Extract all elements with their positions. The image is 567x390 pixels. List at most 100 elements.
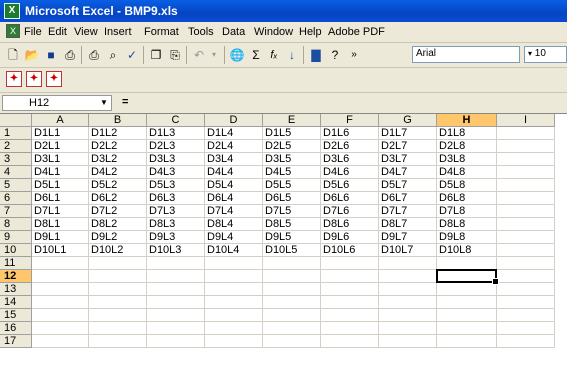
undo-dropdown-icon[interactable]: ▾ [205,46,223,64]
font-name-dropdown[interactable]: Arial [412,46,520,63]
row-header-5[interactable]: 5 [0,179,32,192]
cell-b9[interactable]: D9L2 [89,231,147,244]
cell-h8[interactable]: D8L8 [437,218,497,231]
cell-g9[interactable]: D9L7 [379,231,437,244]
cell-d8[interactable]: D8L4 [205,218,263,231]
cell-i17[interactable] [497,335,555,348]
cell-i4[interactable] [497,166,555,179]
cell-c11[interactable] [147,257,205,270]
name-box[interactable]: H12 ▼ [2,95,112,111]
cell-d2[interactable]: D2L4 [205,140,263,153]
cell-e3[interactable]: D3L5 [263,153,321,166]
permission-icon[interactable]: ⎙ [61,46,79,64]
menu-adobe-pdf[interactable]: Adobe PDF [328,26,385,38]
cell-h2[interactable]: D2L8 [437,140,497,153]
help-icon[interactable]: ? [326,46,344,64]
cell-a10[interactable]: D10L1 [32,244,89,257]
cell-g5[interactable]: D5L7 [379,179,437,192]
cell-a7[interactable]: D7L1 [32,205,89,218]
cell-f1[interactable]: D1L6 [321,127,379,140]
cell-a14[interactable] [32,296,89,309]
convert-to-pdf-icon[interactable]: ✦ [6,71,22,87]
row-header-1[interactable]: 1 [0,127,32,140]
cell-b7[interactable]: D7L2 [89,205,147,218]
fill-handle[interactable] [492,278,499,285]
active-cell-border[interactable] [436,269,499,285]
menu-window[interactable]: Window [254,26,293,38]
menu-help[interactable]: Help [299,26,322,38]
cell-f3[interactable]: D3L6 [321,153,379,166]
cell-a11[interactable] [32,257,89,270]
cell-e2[interactable]: D2L5 [263,140,321,153]
cell-i3[interactable] [497,153,555,166]
cell-h16[interactable] [437,322,497,335]
row-header-11[interactable]: 11 [0,257,32,270]
cell-e5[interactable]: D5L5 [263,179,321,192]
row-header-16[interactable]: 16 [0,322,32,335]
cell-a9[interactable]: D9L1 [32,231,89,244]
cell-f4[interactable]: D4L6 [321,166,379,179]
print-icon[interactable]: ⎙ [85,46,103,64]
cell-a12[interactable] [32,270,89,283]
row-header-13[interactable]: 13 [0,283,32,296]
cell-i1[interactable] [497,127,555,140]
cell-a8[interactable]: D8L1 [32,218,89,231]
column-header-i[interactable]: I [497,114,555,127]
cell-d10[interactable]: D10L4 [205,244,263,257]
cell-a6[interactable]: D6L1 [32,192,89,205]
cell-g1[interactable]: D1L7 [379,127,437,140]
cell-e8[interactable]: D8L5 [263,218,321,231]
function-icon[interactable]: fₓ [265,46,283,64]
sort-ascending-icon[interactable]: ↓ [283,46,301,64]
cell-g13[interactable] [379,283,437,296]
cell-c17[interactable] [147,335,205,348]
select-all-corner[interactable] [0,114,32,127]
new-icon[interactable]: 🗋 [4,46,22,64]
cell-i13[interactable] [497,283,555,296]
row-header-10[interactable]: 10 [0,244,32,257]
cell-c9[interactable]: D9L3 [147,231,205,244]
cell-g2[interactable]: D2L7 [379,140,437,153]
cell-i10[interactable] [497,244,555,257]
cell-b1[interactable]: D1L2 [89,127,147,140]
cell-b6[interactable]: D6L2 [89,192,147,205]
hyperlink-icon[interactable]: 🌐 [228,46,246,64]
cell-i15[interactable] [497,309,555,322]
cell-b3[interactable]: D3L2 [89,153,147,166]
cell-f13[interactable] [321,283,379,296]
cell-i7[interactable] [497,205,555,218]
convert-and-review-icon[interactable]: ✦ [46,71,62,87]
cell-f2[interactable]: D2L6 [321,140,379,153]
menu-edit[interactable]: Edit [48,26,67,38]
cell-b4[interactable]: D4L2 [89,166,147,179]
cell-f17[interactable] [321,335,379,348]
workbook-icon[interactable]: X [6,24,20,38]
cell-d9[interactable]: D9L4 [205,231,263,244]
cell-b15[interactable] [89,309,147,322]
cell-c1[interactable]: D1L3 [147,127,205,140]
cell-e16[interactable] [263,322,321,335]
cell-a17[interactable] [32,335,89,348]
cell-h10[interactable]: D10L8 [437,244,497,257]
cell-g6[interactable]: D6L7 [379,192,437,205]
cell-b2[interactable]: D2L2 [89,140,147,153]
cell-i14[interactable] [497,296,555,309]
cell-i16[interactable] [497,322,555,335]
cell-g11[interactable] [379,257,437,270]
cell-g15[interactable] [379,309,437,322]
cell-c13[interactable] [147,283,205,296]
cell-h4[interactable]: D4L8 [437,166,497,179]
paste-icon[interactable]: ⎘ [166,46,184,64]
column-header-f[interactable]: F [321,114,379,127]
cell-f7[interactable]: D7L6 [321,205,379,218]
cell-d4[interactable]: D4L4 [205,166,263,179]
cell-h1[interactable]: D1L8 [437,127,497,140]
spreadsheet-grid[interactable]: A B C D E F G H I 1 D1L1 D1L2 D1L3 D1L4 D1L5 D1L6 D1L7 D1… [0,114,567,390]
excel-icon[interactable]: X [4,3,20,19]
cell-d15[interactable] [205,309,263,322]
cell-g4[interactable]: D4L7 [379,166,437,179]
cell-b16[interactable] [89,322,147,335]
cell-f5[interactable]: D5L6 [321,179,379,192]
cell-h17[interactable] [437,335,497,348]
toolbar-options-icon[interactable]: » [345,46,363,64]
